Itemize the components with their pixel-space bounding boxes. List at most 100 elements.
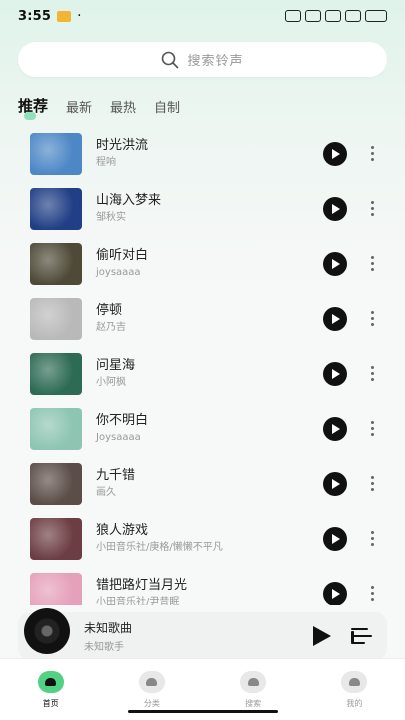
song-cover	[30, 352, 82, 395]
tab-newest[interactable]: 最新	[66, 97, 92, 116]
mini-player-artist: 未知歌手	[84, 642, 124, 653]
play-button[interactable]	[323, 306, 347, 331]
song-title: 偷听对白	[96, 248, 149, 263]
song-info: 停顿 赵乃吉	[96, 303, 323, 334]
song-cover	[30, 407, 82, 450]
mini-player-info[interactable]: 未知歌曲 未知歌手	[84, 619, 313, 653]
more-options-icon[interactable]	[369, 476, 375, 491]
song-title: 错把路灯当月光	[96, 578, 188, 593]
song-cover	[30, 297, 82, 340]
play-button[interactable]	[323, 251, 347, 276]
nav-item-profile[interactable]: 我的	[341, 670, 368, 709]
song-artist: 程响	[96, 157, 116, 168]
song-artist: 画久	[96, 487, 116, 498]
song-info: 偷听对白 joysaaaa	[96, 248, 323, 279]
song-info: 错把路灯当月光小田音乐社/尹昔眠	[96, 578, 323, 605]
category-tabs: 推荐 最新 最热 自制	[18, 95, 180, 120]
signal-icon	[325, 10, 341, 22]
song-info: 问星海 小阿枫	[96, 358, 323, 389]
song-title: 时光洪流	[96, 138, 149, 153]
song-artist: 赵乃吉	[96, 322, 126, 333]
notification-dot-icon: ·	[77, 8, 82, 24]
notification-icon	[57, 10, 72, 22]
mini-player-play-button[interactable]	[313, 626, 331, 646]
nav-label-search: 搜索	[245, 698, 262, 708]
nav-label-category: 分类	[143, 698, 160, 708]
song-info: 山海入梦来 邹秋实	[96, 193, 323, 224]
mini-player-title: 未知歌曲	[84, 621, 133, 635]
signal-icon	[285, 10, 301, 22]
nav-item-search[interactable]: 搜索	[240, 670, 267, 709]
song-row[interactable]: 山海入梦来 邹秋实	[30, 181, 375, 236]
song-row[interactable]: 你不明白 Joysaaaa	[30, 401, 375, 456]
category-icon	[138, 670, 165, 693]
status-left: 3:55 ·	[18, 9, 82, 24]
song-artist: 小阿枫	[96, 377, 126, 388]
play-button[interactable]	[323, 471, 347, 496]
song-cover	[30, 187, 82, 230]
status-time: 3:55	[18, 8, 52, 24]
song-row[interactable]: 时光洪流 程响	[30, 126, 375, 181]
song-row[interactable]: 错把路灯当月光小田音乐社/尹昔眠	[30, 566, 375, 605]
song-row[interactable]: 九千错 画久	[30, 456, 375, 511]
play-button[interactable]	[323, 141, 347, 166]
more-options-icon[interactable]	[369, 256, 375, 271]
more-options-icon[interactable]	[369, 146, 375, 161]
play-button[interactable]	[323, 526, 347, 551]
status-bar: 3:55 ·	[0, 0, 405, 32]
signal-icon	[345, 10, 361, 22]
song-info: 狼人游戏小田音乐社/庚格/懒懒不平凡	[96, 523, 323, 554]
home-indicator	[128, 710, 278, 713]
profile-icon	[341, 670, 368, 693]
song-title: 九千错	[96, 468, 136, 483]
tab-hottest[interactable]: 最热	[110, 97, 136, 116]
more-options-icon[interactable]	[369, 421, 375, 436]
nav-label-home: 首页	[42, 698, 59, 708]
more-options-icon[interactable]	[369, 311, 375, 326]
tab-custom[interactable]: 自制	[154, 97, 180, 116]
playlist-icon[interactable]	[351, 626, 375, 646]
song-cover	[30, 462, 82, 505]
song-title: 停顿	[96, 303, 123, 318]
nav-item-category[interactable]: 分类	[138, 670, 165, 709]
song-info: 你不明白 Joysaaaa	[96, 413, 323, 444]
song-cover	[30, 517, 82, 560]
song-artist: 小田音乐社/庚格/懒懒不平凡	[96, 542, 223, 553]
play-button[interactable]	[323, 361, 347, 386]
song-artist: joysaaaa	[96, 267, 141, 278]
song-row[interactable]: 停顿 赵乃吉	[30, 291, 375, 346]
search-icon	[162, 51, 179, 68]
album-disc[interactable]	[24, 608, 70, 654]
search-placeholder: 搜索铃声	[187, 54, 244, 69]
song-row[interactable]: 问星海 小阿枫	[30, 346, 375, 401]
more-options-icon[interactable]	[369, 531, 375, 546]
song-info: 时光洪流 程响	[96, 138, 323, 169]
signal-icon	[305, 10, 321, 22]
play-button[interactable]	[323, 581, 347, 605]
song-cover	[30, 242, 82, 285]
tab-recommended[interactable]: 推荐	[18, 95, 48, 120]
mini-player[interactable]: 未知歌曲 未知歌手	[18, 608, 387, 660]
search-input[interactable]: 搜索铃声	[18, 42, 387, 77]
nav-label-profile: 我的	[346, 698, 363, 708]
song-title: 山海入梦来	[96, 193, 162, 208]
battery-icon	[365, 10, 387, 22]
more-options-icon[interactable]	[369, 586, 375, 601]
song-row[interactable]: 偷听对白 joysaaaa	[30, 236, 375, 291]
more-options-icon[interactable]	[369, 366, 375, 381]
song-title: 狼人游戏	[96, 523, 149, 538]
home-icon	[37, 670, 64, 693]
search-icon	[240, 670, 267, 693]
more-options-icon[interactable]	[369, 201, 375, 216]
nav-item-home[interactable]: 首页	[37, 670, 64, 709]
song-list: 时光洪流程响山海入梦来邹秋实偷听对白 joysaaaa 停顿赵乃吉问星海小阿枫你不明…	[0, 125, 405, 605]
song-artist: Joysaaaa	[96, 432, 141, 443]
song-title: 问星海	[96, 358, 136, 373]
song-info: 九千错 画久	[96, 468, 323, 499]
song-artist: 小田音乐社/尹昔眠	[96, 597, 180, 605]
play-button[interactable]	[323, 196, 347, 221]
song-artist: 邹秋实	[96, 212, 126, 223]
song-row[interactable]: 狼人游戏小田音乐社/庚格/懒懒不平凡	[30, 511, 375, 566]
status-right-icons	[285, 10, 387, 22]
play-button[interactable]	[323, 416, 347, 441]
